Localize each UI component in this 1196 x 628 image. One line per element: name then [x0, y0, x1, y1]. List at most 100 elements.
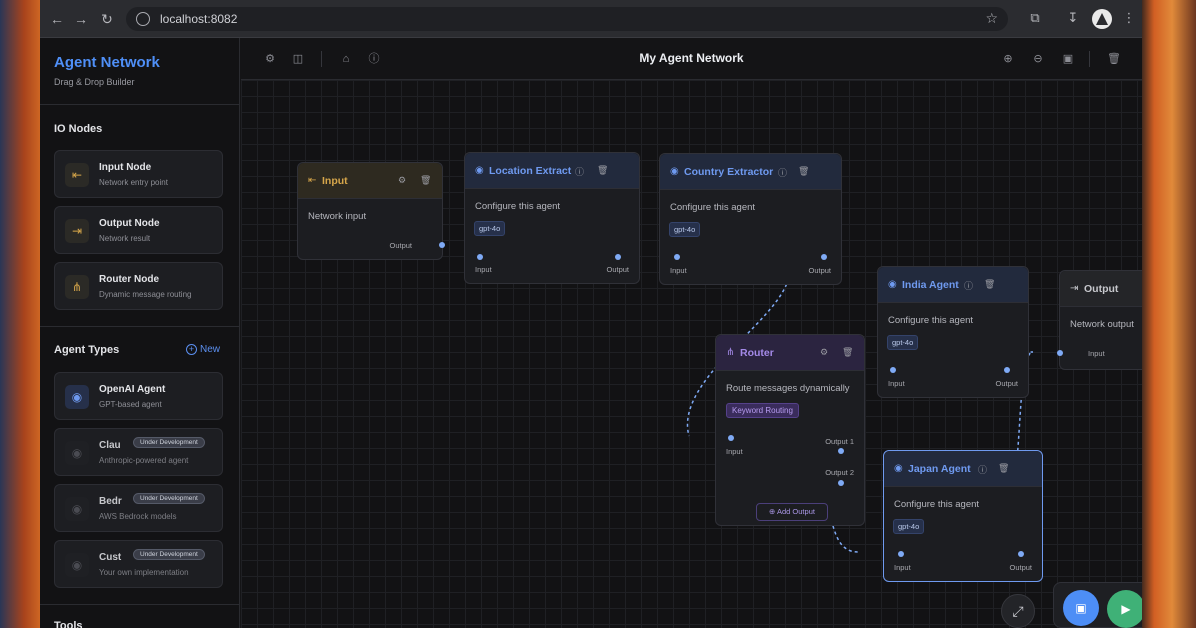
address-bar[interactable]: localhost:8082 ☆ — [126, 7, 1008, 31]
trash-icon[interactable]: 🗑 — [798, 166, 809, 177]
trash-icon[interactable]: 🗑 — [984, 279, 995, 290]
node-description: Network output — [1070, 319, 1134, 330]
flow-canvas[interactable]: ⇤ Input ⚙ 🗑 Network input Output ◉ Locat… — [241, 80, 1142, 628]
trash-icon[interactable]: 🗑 — [998, 463, 1009, 474]
node-country-extractor[interactable]: ◉ Country Extractor ⓘ 🗑 Configure this a… — [659, 153, 842, 285]
url-text[interactable]: localhost:8082 — [160, 12, 237, 26]
profile-avatar[interactable] — [1092, 9, 1112, 29]
bot-icon: ◉ — [475, 165, 484, 176]
extensions-icon[interactable]: ⧉ — [1026, 10, 1044, 26]
settings-icon[interactable]: ⚙ — [820, 347, 828, 358]
palette-item-desc: GPT-based agent — [99, 400, 162, 409]
fit-view-icon[interactable]: ▣ — [1061, 52, 1075, 66]
port-label-input: Input — [1088, 349, 1105, 358]
palette-claude-agent[interactable]: ◉ Clau Under Development Anthropic-power… — [54, 428, 223, 476]
info-icon[interactable]: ⓘ — [978, 463, 987, 476]
palette-openai-agent[interactable]: ◉ OpenAI Agent GPT-based agent — [54, 372, 223, 420]
port-input[interactable] — [728, 435, 734, 441]
node-description: Network input — [308, 211, 367, 222]
port-output[interactable] — [615, 254, 621, 260]
palette-router-node[interactable]: ⋔ Router Node Dynamic message routing — [54, 262, 223, 310]
port-input[interactable] — [477, 254, 483, 260]
divider — [40, 104, 240, 105]
palette-item-title: Input Node — [99, 162, 152, 173]
node-title: India Agent — [902, 279, 959, 291]
node-input[interactable]: ⇤ Input ⚙ 🗑 Network input Output — [297, 162, 445, 260]
trash-icon[interactable]: 🗑 — [597, 165, 608, 176]
node-title: Router — [740, 347, 774, 359]
add-output-label: Add Output — [777, 507, 815, 516]
port-output[interactable] — [439, 242, 445, 248]
node-title: Country Extractor — [684, 166, 774, 178]
info-icon[interactable]: ⓘ — [964, 279, 973, 292]
zoom-in-icon[interactable]: ⊕ — [1001, 52, 1015, 66]
palette-item-desc: Anthropic-powered agent — [99, 456, 189, 465]
port-label-output: Output — [1009, 563, 1032, 572]
palette-item-desc: AWS Bedrock models — [99, 512, 177, 521]
palette-item-title: Clau — [99, 440, 121, 451]
node-output[interactable]: ⇥ Output ⚙ Network output Input — [1057, 270, 1142, 370]
router-icon: ⋔ — [65, 275, 89, 299]
palette-input-node[interactable]: ⇤ Input Node Network entry point — [54, 150, 223, 198]
node-header: ◉ India Agent ⓘ 🗑 — [878, 267, 1028, 303]
port-label-input: Input — [670, 266, 687, 275]
palette-bedrock-agent[interactable]: ◉ Bedr Under Development AWS Bedrock mod… — [54, 484, 223, 532]
input-icon: ⇤ — [65, 163, 89, 187]
node-header: ⇤ Input ⚙ 🗑 — [298, 163, 442, 199]
new-agent-button[interactable]: + New — [186, 344, 220, 355]
bookmark-star-icon[interactable]: ☆ — [985, 10, 998, 27]
port-input[interactable] — [1057, 350, 1063, 356]
node-japan-agent[interactable]: ◉ Japan Agent ⓘ 🗑 Configure this agent g… — [883, 450, 1043, 582]
settings-icon[interactable]: ⚙ — [398, 175, 406, 186]
info-icon[interactable]: ⓘ — [778, 166, 787, 179]
palette-item-title: Cust — [99, 552, 122, 563]
palette-output-node[interactable]: ⇥ Output Node Network result — [54, 206, 223, 254]
bot-icon: ◉ — [65, 385, 89, 409]
palette-item-title: Output Node — [99, 218, 160, 229]
arrow-right-icon[interactable]: → — [72, 10, 90, 28]
arrow-left-icon[interactable]: ← — [48, 10, 66, 28]
node-india-agent[interactable]: ◉ India Agent ⓘ 🗑 Configure this agent g… — [877, 266, 1029, 398]
node-header: ◉ Japan Agent ⓘ 🗑 — [884, 451, 1042, 487]
port-output[interactable] — [821, 254, 827, 260]
port-output-1[interactable] — [838, 448, 844, 454]
save-button[interactable]: ▣ — [1063, 590, 1099, 626]
trash-icon[interactable]: 🗑 — [420, 175, 431, 186]
trash-icon[interactable]: 🗑 — [1107, 52, 1121, 66]
port-label-input: Input — [888, 379, 905, 388]
node-description: Configure this agent — [475, 201, 561, 212]
add-output-button[interactable]: ⊕ Add Output — [756, 503, 828, 521]
node-title: Japan Agent — [908, 463, 971, 475]
download-icon[interactable]: ↧ — [1064, 10, 1082, 26]
save-icon: ▣ — [1075, 601, 1087, 615]
port-input[interactable] — [674, 254, 680, 260]
reload-icon[interactable]: ↻ — [98, 10, 116, 28]
bot-icon: ◉ — [670, 166, 679, 177]
node-description: Configure this agent — [670, 202, 756, 213]
dev-badge: Under Development — [133, 437, 205, 448]
node-header: ◉ Country Extractor ⓘ 🗑 — [660, 154, 841, 190]
menu-kebab-icon[interactable]: ⋮ — [1120, 10, 1138, 26]
site-info-icon[interactable] — [136, 12, 150, 26]
run-button[interactable]: ▶ — [1107, 590, 1142, 628]
plus-icon: + — [186, 344, 197, 355]
node-description: Configure this agent — [888, 315, 974, 326]
port-output[interactable] — [1004, 367, 1010, 373]
routing-mode-chip: Keyword Routing — [726, 403, 799, 418]
trash-icon[interactable]: 🗑 — [842, 347, 853, 358]
node-location-extract[interactable]: ◉ Location Extract ⓘ 🗑 Configure this ag… — [464, 152, 640, 284]
fullscreen-button[interactable]: ⤢ — [1001, 594, 1035, 628]
port-input[interactable] — [890, 367, 896, 373]
bot-icon: ◉ — [888, 279, 897, 290]
node-header: ◉ Location Extract ⓘ 🗑 — [465, 153, 639, 189]
port-output[interactable] — [1018, 551, 1024, 557]
port-output-2[interactable] — [838, 480, 844, 486]
bot-icon: ◉ — [65, 497, 89, 521]
play-icon: ▶ — [1121, 602, 1131, 616]
port-input[interactable] — [898, 551, 904, 557]
info-icon[interactable]: ⓘ — [575, 165, 584, 178]
zoom-out-icon[interactable]: ⊖ — [1031, 52, 1045, 66]
node-router[interactable]: ⋔ Router ⚙ 🗑 Route messages dynamically … — [715, 334, 865, 526]
palette-custom-agent[interactable]: ◉ Cust Under Development Your own implem… — [54, 540, 223, 588]
tools-section-title: Tools — [54, 620, 83, 628]
